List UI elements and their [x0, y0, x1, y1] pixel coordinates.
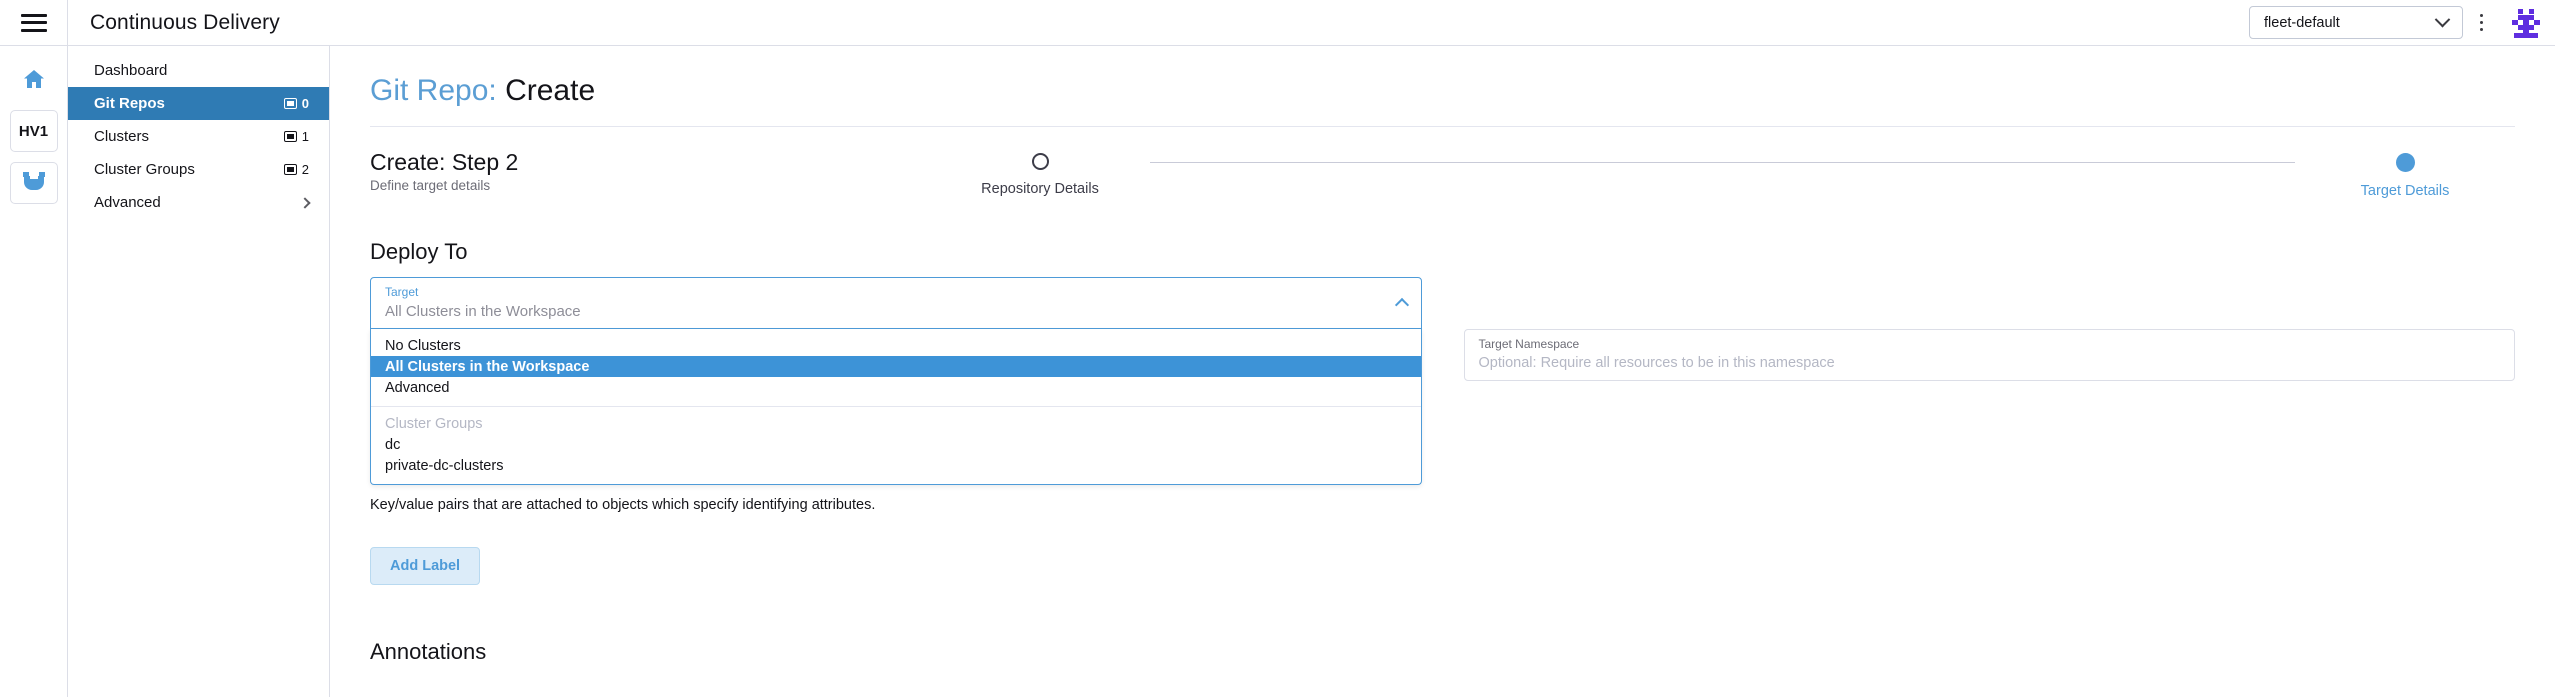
target-column: Target All Clusters in the Workspace No … [370, 277, 1422, 697]
sidebar-item-dashboard[interactable]: Dashboard [68, 54, 329, 87]
wizard-stepper: Repository Details Target Details [930, 153, 2515, 199]
body-wrapper: HV1 Dashboard Git Repos 0 [0, 46, 2555, 697]
spacer [370, 677, 1422, 697]
app-root: Continuous Delivery fleet-default [0, 0, 2555, 697]
chevron-down-icon [2435, 12, 2451, 28]
namespace-column: Target Namespace Optional: Require all r… [1464, 277, 2516, 381]
step-subheading: Define target details [370, 178, 930, 193]
user-avatar-identicon[interactable] [2509, 6, 2543, 40]
dropdown-option-label: private-dc-clusters [385, 458, 503, 474]
sidebar-item-count: 2 [284, 162, 309, 177]
page-title-action: Create [505, 74, 595, 107]
menu-toggle-button[interactable] [0, 0, 68, 45]
cluster-icon [22, 172, 46, 194]
rail-item-hv1-label: HV1 [19, 123, 48, 140]
dropdown-option-label: Advanced [385, 380, 450, 396]
home-icon [21, 67, 47, 91]
sidebar-item-count: 1 [284, 129, 309, 144]
dropdown-separator [371, 406, 1421, 407]
step-label: Repository Details [981, 181, 1099, 197]
dropdown-option-private-dc-clusters[interactable]: private-dc-clusters [371, 455, 1421, 476]
topbar-spacer [280, 0, 2249, 45]
deploy-to-columns: Target All Clusters in the Workspace No … [370, 277, 2515, 697]
annotations-title: Annotations [370, 639, 1422, 665]
page-title-resource: Git Repo: [370, 74, 497, 107]
sidebar-item-git-repos[interactable]: Git Repos 0 [68, 87, 329, 120]
page-title: Git Repo: Create [370, 74, 2515, 127]
kebab-dot [2480, 14, 2483, 17]
sidebar-item-count: 0 [284, 96, 309, 111]
app-title: Continuous Delivery [68, 0, 280, 45]
kebab-dot [2480, 21, 2483, 24]
sidebar-item-cluster-groups[interactable]: Cluster Groups 2 [68, 153, 329, 186]
rail-item-cluster[interactable] [10, 162, 58, 204]
dropdown-option-all-clusters[interactable]: All Clusters in the Workspace [371, 356, 1421, 377]
resource-count-icon [284, 131, 297, 142]
step-header-row: Create: Step 2 Define target details Rep… [370, 149, 2515, 219]
dropdown-option-label: All Clusters in the Workspace [385, 359, 589, 375]
step-connector-line [1150, 162, 2295, 163]
sidebar-item-advanced[interactable]: Advanced [68, 186, 329, 219]
sidebar-item-label: Dashboard [94, 62, 309, 79]
main-content: Git Repo: Create Create: Step 2 Define t… [330, 46, 2555, 697]
spacer [370, 585, 1422, 619]
target-namespace-label: Target Namespace [1479, 337, 2501, 351]
sidebar-item-count-value: 0 [302, 96, 309, 111]
target-select-value: All Clusters in the Workspace [385, 303, 1407, 320]
sidebar-nav: Dashboard Git Repos 0 Clusters 1 Cluster… [68, 46, 330, 697]
kebab-dot [2480, 28, 2483, 31]
target-select[interactable]: Target All Clusters in the Workspace [370, 277, 1422, 329]
sidebar-item-clusters[interactable]: Clusters 1 [68, 120, 329, 153]
namespace-select-value: fleet-default [2264, 15, 2437, 31]
icon-rail: HV1 [0, 46, 68, 697]
resource-count-icon [284, 98, 297, 109]
rail-item-home[interactable] [10, 58, 58, 100]
namespace-top-spacer [1464, 277, 2516, 329]
step-indicator-circle-active [2396, 153, 2415, 172]
target-namespace-input[interactable]: Target Namespace Optional: Require all r… [1464, 329, 2516, 381]
sidebar-item-label: Advanced [94, 194, 301, 211]
dropdown-option-dc[interactable]: dc [371, 434, 1421, 455]
step-header-text: Create: Step 2 Define target details [370, 149, 930, 193]
labels-block: Key/value pairs that are attached to obj… [370, 497, 1422, 697]
kebab-menu-button[interactable] [2463, 3, 2499, 43]
deploy-to-title: Deploy To [370, 239, 2515, 265]
sidebar-item-label: Git Repos [94, 95, 284, 112]
step-heading: Create: Step 2 [370, 149, 930, 175]
sidebar-item-count-value: 2 [302, 162, 309, 177]
sidebar-item-label: Clusters [94, 128, 284, 145]
step-indicator-circle [1032, 153, 1049, 170]
sidebar-item-label: Cluster Groups [94, 161, 284, 178]
add-label-button[interactable]: Add Label [370, 547, 480, 585]
resource-count-icon [284, 164, 297, 175]
sidebar-item-count-value: 1 [302, 129, 309, 144]
target-namespace-placeholder: Optional: Require all resources to be in… [1479, 355, 2501, 371]
step-repository-details[interactable]: Repository Details [930, 153, 1150, 197]
step-target-details[interactable]: Target Details [2295, 153, 2515, 199]
dropdown-group-header: Cluster Groups [371, 413, 1421, 434]
target-dropdown-list: No Clusters All Clusters in the Workspac… [370, 329, 1422, 485]
chevron-right-icon [299, 197, 310, 208]
rail-item-hv1[interactable]: HV1 [10, 110, 58, 152]
step-label: Target Details [2361, 183, 2450, 199]
dropdown-option-advanced[interactable]: Advanced [371, 377, 1421, 398]
spacer [370, 513, 1422, 547]
namespace-select[interactable]: fleet-default [2249, 6, 2463, 39]
labels-helper-text: Key/value pairs that are attached to obj… [370, 497, 1422, 513]
dropdown-option-label: No Clusters [385, 338, 461, 354]
hamburger-icon [21, 14, 47, 32]
dropdown-option-no-clusters[interactable]: No Clusters [371, 335, 1421, 356]
target-select-label: Target [385, 285, 1407, 299]
topbar-actions: fleet-default [2249, 0, 2555, 45]
top-bar: Continuous Delivery fleet-default [0, 0, 2555, 46]
dropdown-option-label: dc [385, 437, 400, 453]
